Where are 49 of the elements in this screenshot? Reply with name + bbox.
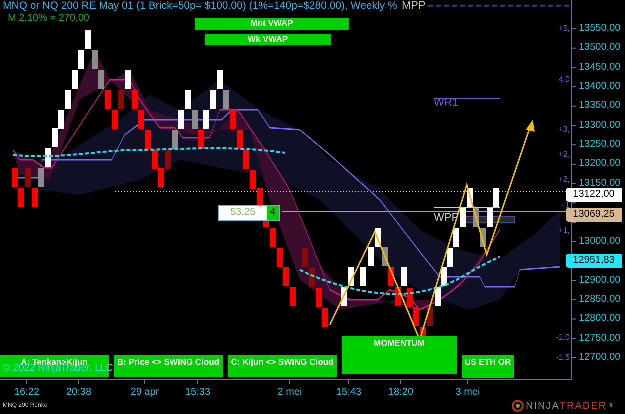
price-tick: 13500,00 xyxy=(579,41,621,56)
price-tick: 13350,00 xyxy=(579,99,621,114)
price-tick: 12800,00 xyxy=(579,312,621,326)
price-tick: 13000,00 xyxy=(579,234,621,249)
time-tick: 15:43 xyxy=(335,387,363,398)
chart-subtitle: M 2,10% = 270,00 xyxy=(8,13,90,24)
price-tick: 13300,00 xyxy=(579,118,621,133)
percent-mark: +2, xyxy=(558,174,570,186)
price-badge: 12951,83 xyxy=(566,254,622,268)
price-tick: 13150,00 xyxy=(579,176,621,190)
time-tick: 3 mei xyxy=(454,387,482,398)
price-badge: 13069,25 xyxy=(566,208,622,222)
price-tick: 13400,00 xyxy=(579,80,621,94)
price-tick: 13450,00 xyxy=(579,60,621,75)
percent-mark: +2. xyxy=(558,149,570,161)
signal-label: B: Price <> SWING Cloud xyxy=(114,355,223,377)
percent-mark: 4.0 xyxy=(558,74,570,86)
price-tick: 13550,00 xyxy=(579,22,621,36)
time-tick: 29 apr xyxy=(130,387,160,398)
price-tick: 12850,00 xyxy=(579,292,621,307)
percent-mark: +1, xyxy=(558,225,570,237)
signal-label: MOMENTUM xyxy=(342,336,457,374)
percent-mark: +5, xyxy=(558,23,570,35)
level-label: MPP xyxy=(402,0,426,12)
signal-label: US ETH OR xyxy=(462,355,514,378)
percent-mark: -1.0 xyxy=(556,332,570,344)
chart-title: MNQ or NQ 200 RE May 01 (1 Brick=50p= $100.00) (1%=140p=$280.00), Weekly % xyxy=(3,0,398,12)
value-text: 53,25 xyxy=(229,206,257,220)
price-tick: 12750,00 xyxy=(579,332,621,346)
percent-mark: -1.5 xyxy=(556,352,570,364)
price-tick: 12900,00 xyxy=(579,274,621,288)
time-tick: 18:20 xyxy=(387,387,415,398)
price-tick: 12700,00 xyxy=(579,350,621,365)
time-tick: 2 mei xyxy=(276,387,304,398)
signal-label: C: Kijun <> SWING Cloud xyxy=(228,355,337,377)
price-tick: 13250,00 xyxy=(579,138,621,152)
signal-label: Wk VWAP xyxy=(205,34,331,45)
logo-text: TRADER xyxy=(560,400,608,412)
resistance-line xyxy=(434,98,500,100)
logo-text: NINJA xyxy=(526,400,560,412)
time-tick: 16:22 xyxy=(13,387,41,398)
price-tick: 13200,00 xyxy=(579,157,621,172)
time-tick: 15:33 xyxy=(184,387,212,398)
logo-icon xyxy=(512,400,524,412)
time-tick: 20:38 xyxy=(65,387,93,398)
count-label: 4 xyxy=(267,206,279,220)
percent-mark: +3, xyxy=(558,124,570,136)
signal-label: Mnt VWAP xyxy=(195,18,349,30)
price-badge: 13122,00 xyxy=(566,188,622,202)
